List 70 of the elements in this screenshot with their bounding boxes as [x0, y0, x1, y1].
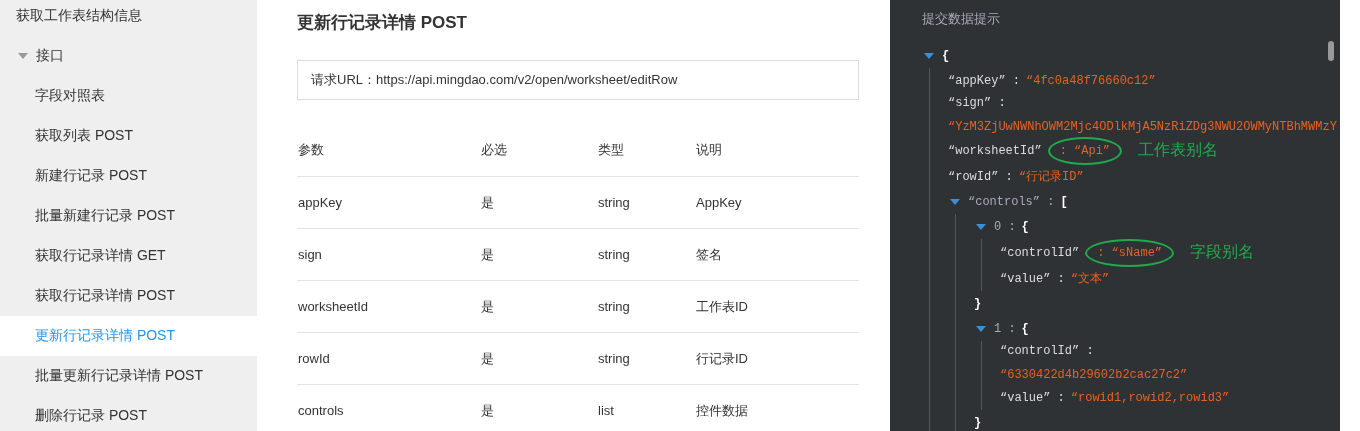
caret-icon[interactable] — [950, 198, 960, 205]
json-value: : “Api” — [1047, 136, 1123, 165]
table-cell: 是 — [480, 384, 597, 431]
sidebar-item[interactable]: 批量更新行记录详情 POST — [0, 356, 257, 396]
caret-icon[interactable] — [18, 53, 28, 59]
table-cell: 控件数据 — [695, 384, 859, 431]
caret-icon[interactable] — [976, 223, 986, 230]
json-value: “rowid1,rowid2,rowid3” — [1070, 390, 1230, 405]
json-value: “文本” — [1070, 271, 1110, 287]
json-bracket: { — [1021, 321, 1029, 336]
json-bracket: { — [942, 48, 950, 63]
json-key: “value” : — [1000, 271, 1065, 286]
table-cell: rowId — [297, 332, 480, 385]
table-cell: worksheetId — [297, 280, 480, 333]
sidebar-item[interactable]: 批量新建行记录 POST — [0, 196, 257, 236]
json-bracket: } — [974, 296, 982, 311]
table-cell: 是 — [480, 280, 597, 333]
json-value: “6330422d4b29602b2cac27c2” — [1000, 368, 1188, 382]
table-cell: controls — [297, 384, 480, 431]
sidebar-item[interactable]: 删除行记录 POST — [0, 396, 257, 431]
table-cell: AppKey — [695, 176, 859, 229]
sidebar-item[interactable]: 接口 — [0, 36, 257, 76]
column-header: 参数 — [297, 124, 480, 177]
sidebar-item[interactable]: 获取行记录详情 POST — [0, 276, 257, 316]
panel-title: 提交数据提示 — [922, 10, 1001, 28]
json-key: “worksheetId” — [948, 143, 1042, 158]
annotation-label: 字段别名 — [1190, 242, 1255, 263]
json-key: “controls” : — [968, 194, 1055, 209]
json-key: 1 : — [994, 321, 1016, 336]
json-value: “YzM3ZjUwNWNhOWM2Mjc4ODlkMjA5NzRiZDg3NWU2OWMyNTBhMWMzY — [948, 120, 1337, 134]
sidebar-item[interactable]: 获取工作表结构信息 — [0, 0, 257, 36]
table-cell: 签名 — [695, 228, 859, 281]
page-title: 更新行记录详情 POST — [297, 12, 468, 34]
json-key: “sign” : — [948, 96, 1006, 110]
request-url-box: 请求URL：https://api.mingdao.com/v2/open/worksheet/editRow — [297, 60, 859, 100]
table-cell: list — [597, 384, 695, 431]
json-value: : “sName” — [1085, 238, 1175, 267]
table-cell: string — [597, 228, 695, 281]
table-cell: 是 — [480, 176, 597, 229]
sidebar-item[interactable]: 获取行记录详情 GET — [0, 236, 257, 276]
table-cell: string — [597, 332, 695, 385]
json-bracket: } — [974, 415, 982, 430]
table-cell: string — [597, 176, 695, 229]
json-bracket: [ — [1060, 194, 1068, 209]
table-cell: 工作表ID — [695, 280, 859, 333]
json-key: “value” : — [1000, 390, 1065, 405]
json-key: 0 : — [994, 219, 1016, 234]
annotation-label: 工作表别名 — [1138, 140, 1219, 161]
caret-icon[interactable] — [924, 52, 934, 59]
column-header: 必选 — [480, 124, 597, 177]
json-value: “4fc0a48f76660c12” — [1026, 73, 1156, 88]
column-header: 说明 — [695, 124, 859, 177]
column-header: 类型 — [597, 124, 695, 177]
json-bracket: { — [1021, 219, 1029, 234]
json-key: “controlId” : — [1000, 344, 1094, 358]
sidebar-item[interactable]: 新建行记录 POST — [0, 156, 257, 196]
table-cell: sign — [297, 228, 480, 281]
caret-icon[interactable] — [976, 325, 986, 332]
json-value: “行记录ID” — [1018, 169, 1084, 185]
scrollbar-thumb[interactable] — [1328, 41, 1334, 61]
table-cell: appKey — [297, 176, 480, 229]
sidebar-item[interactable]: 获取列表 POST — [0, 116, 257, 156]
table-cell: string — [597, 280, 695, 333]
json-key: “controlId” — [1000, 245, 1080, 260]
table-cell: 行记录ID — [695, 332, 859, 385]
sidebar-item[interactable]: 字段对照表 — [0, 76, 257, 116]
json-key: “rowId” : — [948, 169, 1013, 184]
json-key: “appKey” : — [948, 73, 1020, 88]
table-cell: 是 — [480, 332, 597, 385]
table-cell: 是 — [480, 228, 597, 281]
